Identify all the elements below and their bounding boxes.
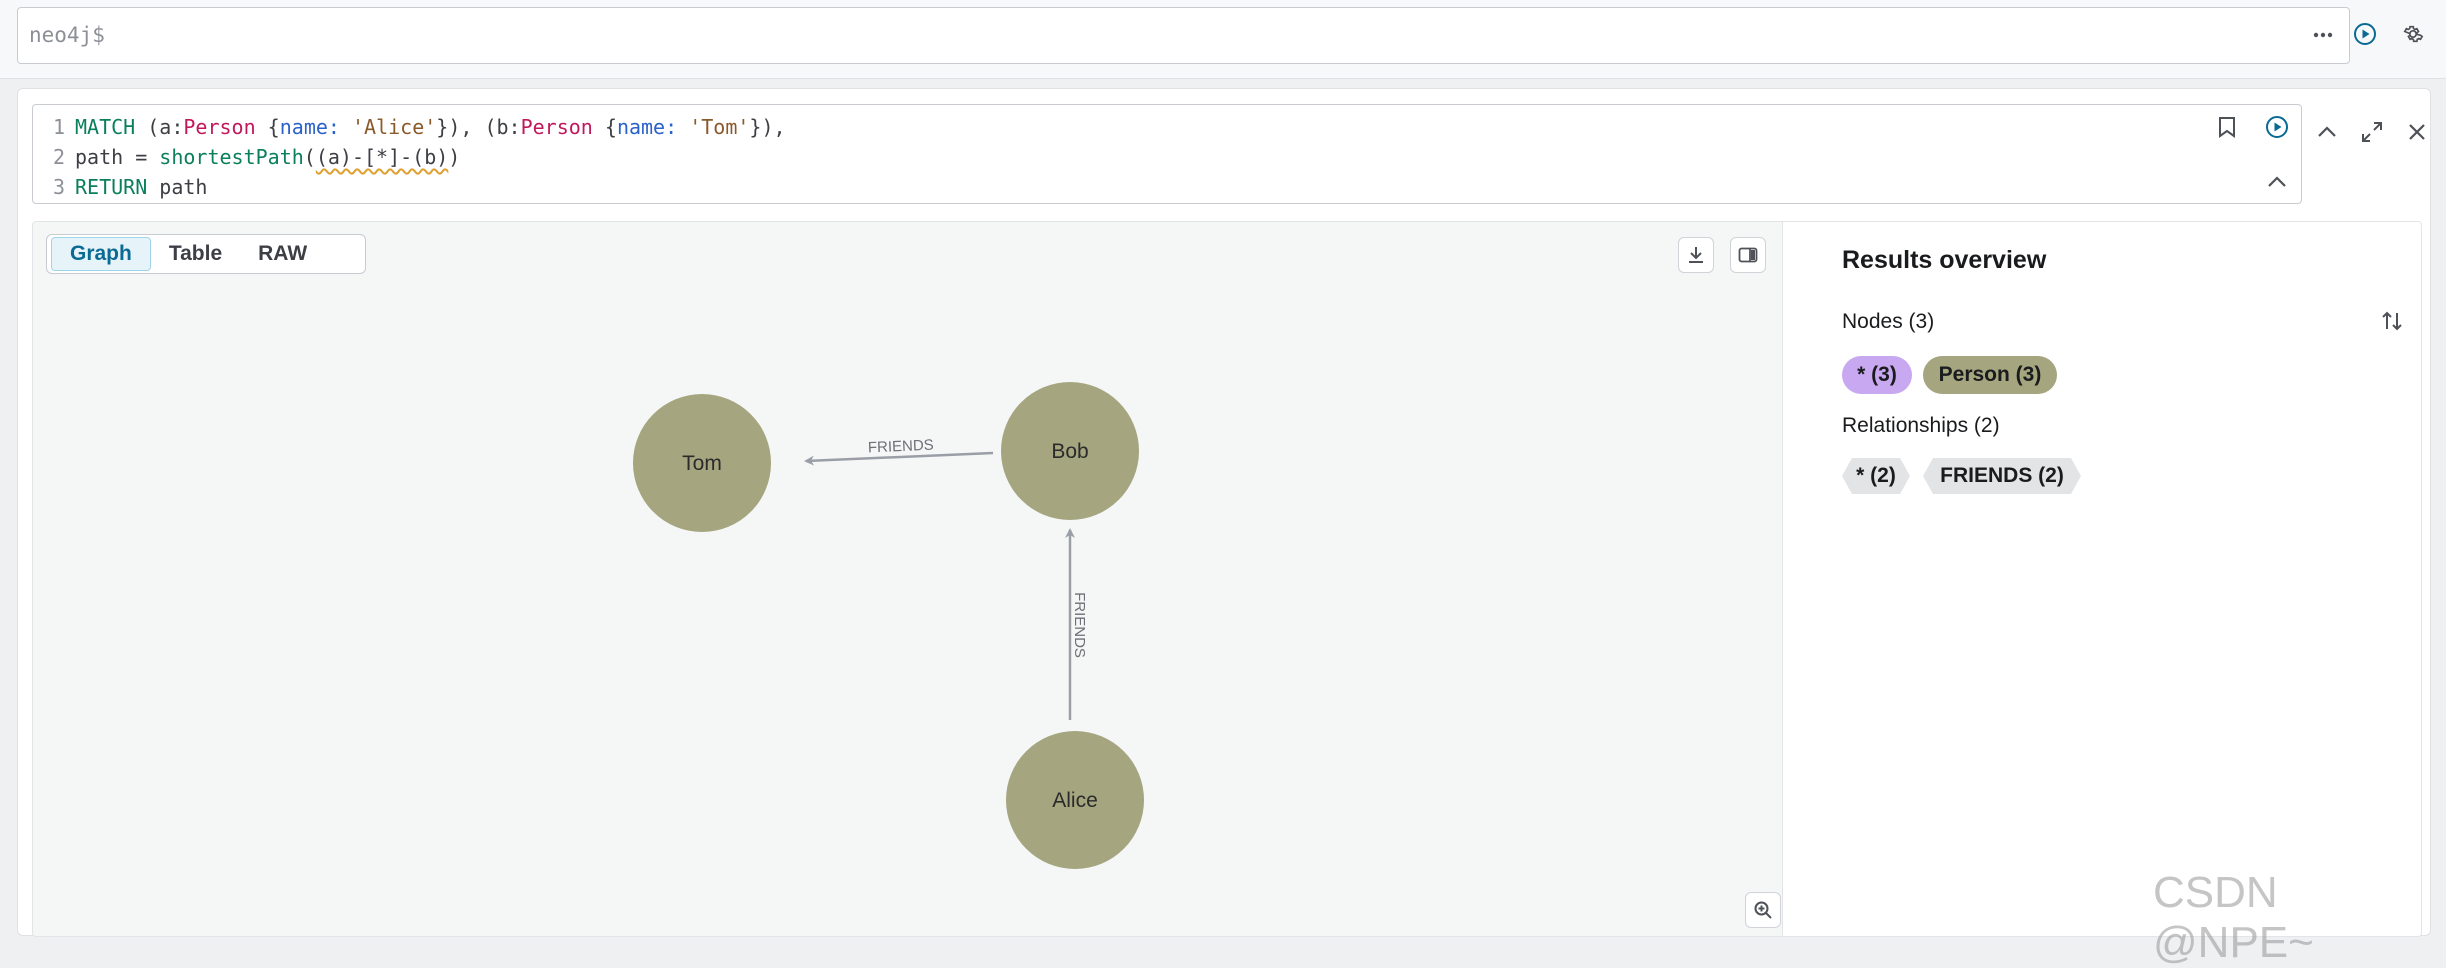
code-token: 'Alice' xyxy=(352,115,437,139)
code-line[interactable]: 1 MATCH (a:Person {name: 'Alice'}), (b:Pe… xyxy=(33,112,786,142)
watermark: CSDN @NPE~ xyxy=(2153,868,2314,967)
toggle-panel-icon[interactable] xyxy=(1730,237,1766,273)
nodes-count-label: Nodes (3) xyxy=(1842,310,1935,333)
query-prompt: neo4j$ xyxy=(29,23,105,47)
code-token: RETURN xyxy=(75,175,148,199)
bookmark-icon[interactable] xyxy=(2213,113,2241,141)
code-token: name: xyxy=(616,115,678,139)
results-overview-panel: Results overview Nodes (3) * (3) Person … xyxy=(1782,222,2421,936)
code-token: (a: xyxy=(135,115,184,139)
graph-canvas[interactable]: FRIENDS FRIENDS Tom Bob Alice xyxy=(33,222,1782,936)
node-pill-all[interactable]: * (3) xyxy=(1842,356,1912,394)
cypher-editor[interactable]: 1 MATCH (a:Person {name: 'Alice'}), (b:Pe… xyxy=(32,104,2302,204)
view-tabs: Graph Table RAW xyxy=(46,234,366,274)
overview-title: Results overview xyxy=(1842,246,2047,274)
result-area: FRIENDS FRIENDS Tom Bob Alice Graph Tabl… xyxy=(32,221,2422,937)
query-input[interactable]: neo4j$ xyxy=(17,7,2350,64)
node-bob[interactable]: Bob xyxy=(1001,382,1139,520)
code-token: ) xyxy=(448,145,461,169)
more-icon[interactable] xyxy=(2309,21,2337,49)
fullscreen-icon[interactable] xyxy=(2357,117,2387,147)
line-number: 3 xyxy=(52,175,65,199)
tab-raw[interactable]: RAW xyxy=(240,238,325,270)
code-line[interactable]: 2 path = shortestPath((a)-[*]-(b)) xyxy=(33,142,786,172)
close-icon[interactable] xyxy=(2402,117,2432,147)
rel-pill-all[interactable]: * (2) xyxy=(1842,458,1910,494)
result-frame: 1 MATCH (a:Person {name: 'Alice'}), (b:Pe… xyxy=(17,88,2432,937)
node-label: Bob xyxy=(1051,440,1088,463)
relationship-label: FRIENDS xyxy=(868,437,935,457)
code-line[interactable]: 3 RETURN path xyxy=(33,172,786,202)
node-label: Alice xyxy=(1052,789,1098,812)
download-icon[interactable] xyxy=(1678,237,1714,273)
sort-icon[interactable] xyxy=(2377,306,2407,336)
code-token: }), (b: xyxy=(436,115,521,139)
node-tom[interactable]: Tom xyxy=(633,394,771,532)
node-alice[interactable]: Alice xyxy=(1006,731,1144,869)
run-editor-icon[interactable] xyxy=(2263,113,2291,141)
code-token: { xyxy=(255,115,280,139)
relationship-bob-tom[interactable]: FRIENDS xyxy=(804,437,994,466)
code-token: path = xyxy=(75,145,160,169)
code-token: }), xyxy=(749,115,786,139)
collapse-editor-icon[interactable] xyxy=(2263,169,2291,195)
code-token: 'Tom' xyxy=(689,115,750,139)
code-token: name: xyxy=(279,115,340,139)
tab-graph[interactable]: Graph xyxy=(51,237,151,271)
code-lines: 1 MATCH (a:Person {name: 'Alice'}), (b:Pe… xyxy=(33,112,786,202)
code-token: Person xyxy=(183,115,256,139)
relationship-label: FRIENDS xyxy=(1071,592,1088,658)
code-token: shortestPath xyxy=(159,145,304,169)
tab-table[interactable]: Table xyxy=(151,238,240,270)
line-number: 1 xyxy=(52,115,65,139)
code-token: { xyxy=(592,115,617,139)
run-query-icon[interactable] xyxy=(2350,19,2380,49)
zoom-in-icon[interactable] xyxy=(1745,892,1781,928)
code-token: path xyxy=(147,175,208,199)
code-token: (a)-[*]-(b) xyxy=(315,145,449,169)
relationship-alice-bob[interactable]: FRIENDS xyxy=(1065,528,1088,720)
query-bar: neo4j$ xyxy=(0,0,2446,79)
line-number: 2 xyxy=(52,145,65,169)
rel-pill-friends[interactable]: FRIENDS (2) xyxy=(1923,458,2081,494)
code-token: MATCH xyxy=(75,115,136,139)
node-label: Tom xyxy=(682,452,722,475)
code-token: Person xyxy=(520,115,593,139)
node-pill-person[interactable]: Person (3) xyxy=(1923,356,2057,394)
settings-gear-icon[interactable] xyxy=(2398,19,2428,49)
chevron-up-icon[interactable] xyxy=(2312,117,2342,147)
code-token: ( xyxy=(303,145,316,169)
relationships-count-label: Relationships (2) xyxy=(1842,414,2000,437)
